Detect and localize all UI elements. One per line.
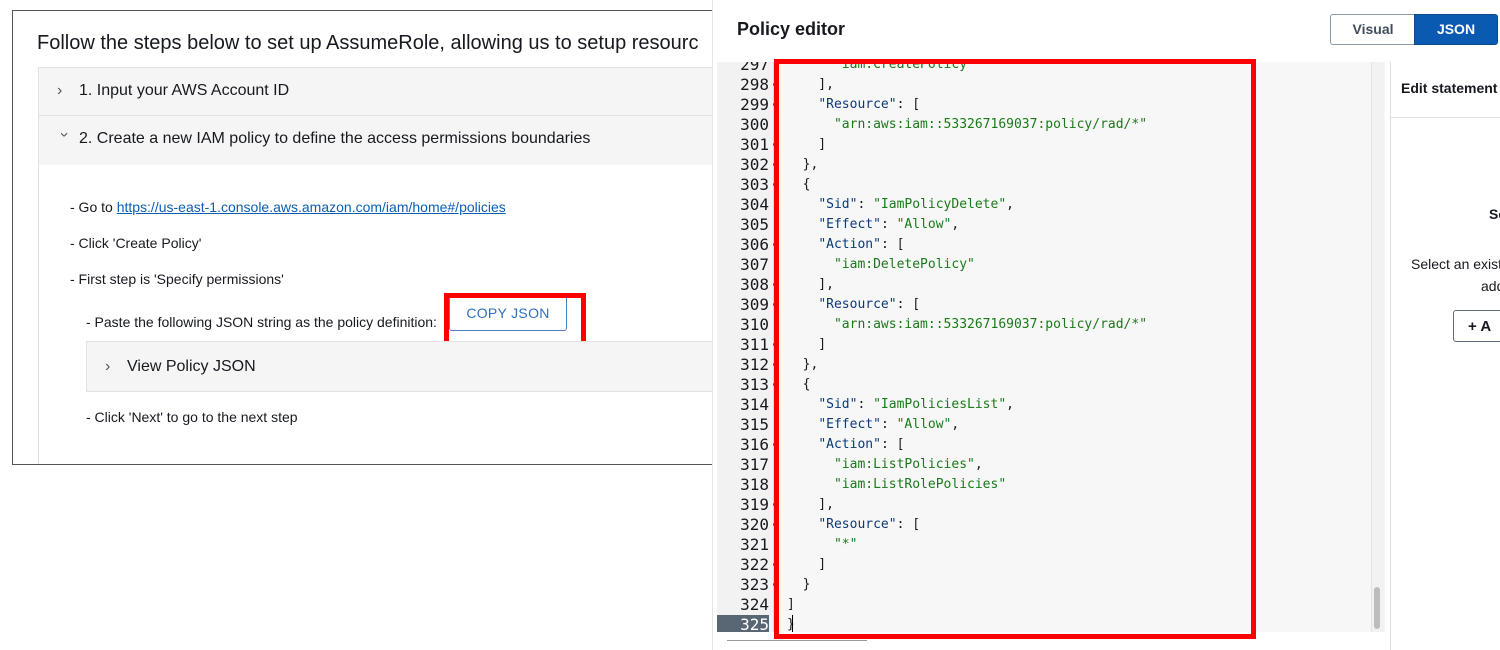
tab-visual[interactable]: Visual (1330, 14, 1416, 45)
line-number: 305 (740, 215, 769, 234)
intro-text: Follow the steps below to set up AssumeR… (37, 32, 699, 54)
line-number: 309 (740, 295, 769, 314)
line-number: 313 (740, 375, 769, 394)
edit-statement-title: Edit statement (1401, 80, 1498, 96)
line-number: 298 (740, 75, 769, 94)
line-number: 303 (740, 175, 769, 194)
policies-link[interactable]: https://us-east-1.console.aws.amazon.com… (117, 199, 506, 215)
line-number: 317 (740, 455, 769, 474)
line-number-gutter: 297 298 299 300 301 302 303 304 305 306 307 308 309 3… (717, 62, 774, 632)
code-highlight-box (774, 59, 1256, 639)
policy-editor-panel: Policy editor Visual JSON 297 298 299 300 30… (712, 0, 1500, 650)
line-number: 322 (740, 555, 769, 574)
line-number: 321 (740, 535, 769, 554)
line-number: 315 (740, 415, 769, 434)
line-number: 306 (740, 235, 769, 254)
go-to-instruction: - Go to https://us-east-1.console.aws.am… (70, 199, 506, 215)
line-number: 299 (740, 95, 769, 114)
chevron-right-icon: › (57, 82, 63, 99)
divider (727, 640, 867, 641)
line-number: 307 (740, 255, 769, 274)
click-create-instruction: - Click 'Create Policy' (70, 235, 202, 251)
edit-statement-panel: Edit statement Se Select an exist add + … (1390, 62, 1500, 650)
line-number: 314 (740, 395, 769, 414)
add-statement-button[interactable]: + A (1453, 310, 1500, 342)
tab-json[interactable]: JSON (1414, 14, 1498, 45)
line-number: 310 (740, 315, 769, 334)
line-number: 320 (740, 515, 769, 534)
line-number: 302 (740, 155, 769, 174)
view-policy-accordion[interactable]: › View Policy JSON (86, 341, 727, 392)
line-number: 318 (740, 475, 769, 494)
go-to-prefix: - Go to (70, 199, 117, 215)
line-number: 301 (740, 135, 769, 154)
view-policy-label: View Policy JSON (127, 358, 256, 375)
line-number: 312 (740, 355, 769, 374)
select-statement-desc-1: Select an exist (1411, 256, 1500, 272)
step2-title: 2. Create a new IAM policy to define the… (79, 130, 591, 147)
chevron-down-icon: › (56, 132, 73, 138)
line-number: 323 (740, 575, 769, 594)
editor-scrollbar-track[interactable] (1371, 62, 1384, 632)
chevron-right-icon: › (105, 358, 111, 375)
select-statement-desc-2: add (1481, 278, 1500, 294)
line-number: 319 (740, 495, 769, 514)
step2-accordion[interactable]: › 2. Create a new IAM policy to define th… (38, 115, 733, 166)
select-statement-heading: Se (1489, 206, 1500, 222)
line-number: 304 (740, 195, 769, 214)
step1-accordion[interactable]: › 1. Input your AWS Account ID (38, 67, 733, 116)
paste-instruction: - Paste the following JSON string as the… (86, 314, 437, 330)
step1-title: 1. Input your AWS Account ID (79, 82, 290, 99)
click-next-instruction: - Click 'Next' to go to the next step (86, 409, 298, 425)
copy-button-highlight (444, 293, 586, 347)
line-number: 311 (740, 335, 769, 354)
line-number: 316 (740, 435, 769, 454)
line-number: 300 (740, 115, 769, 134)
policy-editor-title: Policy editor (737, 19, 846, 39)
line-number: 308 (740, 275, 769, 294)
line-number: 297 (740, 62, 769, 74)
editor-scrollbar-thumb[interactable] (1374, 587, 1380, 629)
line-number: 324 (740, 595, 769, 614)
line-number: 325 (717, 615, 769, 632)
first-step-instruction: - First step is 'Specify permissions' (70, 271, 284, 287)
divider (1391, 117, 1500, 118)
